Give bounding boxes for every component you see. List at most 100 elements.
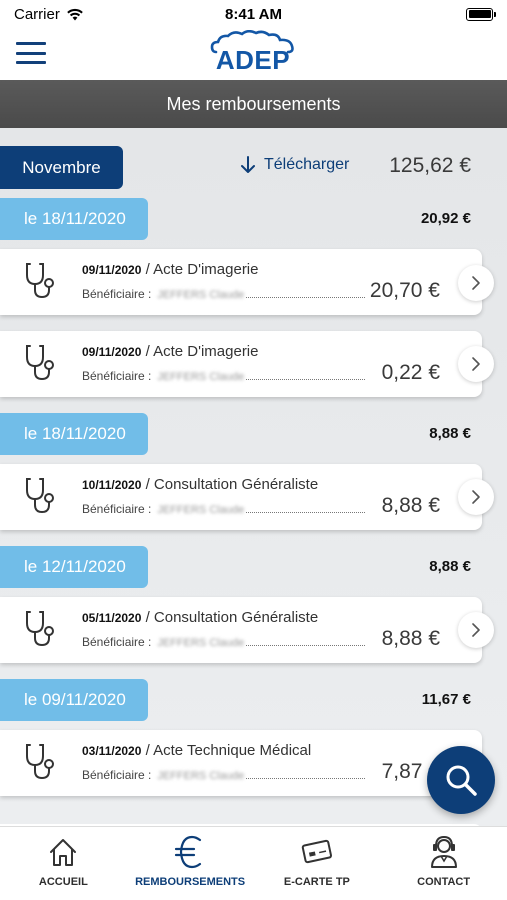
tab-e-carte-tp[interactable]: E-CARTE TP [254,827,381,900]
stethoscope-icon [26,345,54,381]
act-date: 10/11/2020 [82,478,142,492]
wifi-icon [67,8,83,20]
tab-label: ACCUEIL [38,876,88,888]
chevron-right-icon [472,357,480,371]
act-date: 03/11/2020 [82,744,142,758]
act-type: / Consultation Généraliste [141,476,319,493]
reimbursement-card[interactable]: 05/11/2020 / Consultation Généraliste Bé… [0,597,482,663]
date-tab: le 18/11/2020 [0,413,148,455]
search-button[interactable] [427,746,495,814]
reimbursement-card[interactable]: 09/11/2020 / Acte D'imagerie Bénéficiair… [0,331,482,397]
hamburger-menu-button[interactable] [16,42,46,64]
beneficiary-row: Bénéficiaire : JEFFERS Claude [82,369,367,383]
act-type: / Acte D'imagerie [141,343,259,360]
act-type: / Consultation Généraliste [141,609,319,626]
logo-text: ADEP [215,45,291,75]
act-date: 05/11/2020 [82,611,142,625]
act-date: 09/11/2020 [82,263,142,277]
date-group-total: 11,67 € [421,691,471,708]
bottom-tab-bar: ACCUEIL REMBOURSEMENTS E-CARTE TP CONTAC… [0,826,507,900]
page-title-bar: Mes remboursements [0,80,507,128]
dotted-leader [246,778,365,779]
chevron-right-button[interactable] [458,265,494,301]
date-group-header: le 09/11/2020 11,67 € [0,679,507,721]
adep-logo: ADEP [208,30,298,78]
chevron-right-icon [472,276,480,290]
battery-icon [466,7,496,21]
reimbursement-card[interactable]: 03/11/2020 / Acte Technique Médical Béné… [0,730,482,796]
app-header: ADEP [0,28,507,80]
beneficiary-name: JEFFERS Claude [157,770,245,782]
act-type: / Acte Technique Médical [141,742,312,759]
carrier-label: Carrier [14,5,60,23]
date-tab: le 18/11/2020 [0,198,148,240]
tab-contact[interactable]: CONTACT [380,827,507,900]
menu-line-icon [16,61,46,64]
month-total: 125,62 € [389,154,471,177]
beneficiary-label: Bénéficiaire : [82,768,152,782]
menu-line-icon [16,42,46,45]
card-icon [299,835,335,869]
chevron-right-button[interactable] [458,346,494,382]
date-group-total: 8,88 € [429,425,471,442]
month-tab[interactable]: Novembre [0,146,123,189]
date-group-total: 8,88 € [429,558,471,575]
date-group-header: le 18/11/2020 20,92 € [0,198,507,240]
card-amount: 8,88 € [381,627,440,650]
support-agent-icon [426,835,462,869]
download-button[interactable]: Télécharger [240,156,349,174]
beneficiary-label: Bénéficiaire : [82,635,152,649]
card-amount: 20,70 € [369,279,440,302]
date-group-total: 20,92 € [420,210,471,227]
card-amount: 8,88 € [381,494,440,517]
stethoscope-icon [26,744,54,780]
status-bar: Carrier 8:41 AM [0,0,507,28]
beneficiary-row: Bénéficiaire : JEFFERS Claude [82,502,367,516]
tab-accueil[interactable]: ACCUEIL [0,827,127,900]
card-title: 10/11/2020 / Consultation Généraliste [82,476,318,493]
date-tab: le 12/11/2020 [0,546,148,588]
home-icon [45,835,81,869]
date-group-header: le 18/11/2020 8,88 € [0,413,507,455]
tab-label: E-CARTE TP [283,876,350,888]
card-title: 09/11/2020 / Acte D'imagerie [82,343,258,360]
beneficiary-row: Bénéficiaire : JEFFERS Claude [82,635,367,649]
tab-label: CONTACT [417,876,471,888]
chevron-right-icon [472,490,480,504]
beneficiary-label: Bénéficiaire : [82,287,152,301]
search-icon [446,765,477,796]
tab-label: REMBOURSEMENTS [135,876,246,888]
reimbursements-list[interactable]: Novembre Télécharger 125,62 € le 18/11/2… [0,128,507,826]
page-title: Mes remboursements [166,93,341,114]
month-header: Novembre Télécharger 125,62 € [0,146,507,190]
card-title: 09/11/2020 / Acte D'imagerie [82,261,258,278]
download-label: Télécharger [264,156,350,173]
tab-remboursements[interactable]: REMBOURSEMENTS [127,827,254,900]
dotted-leader [246,645,365,646]
dotted-leader [246,379,365,380]
card-amount: 0,22 € [381,361,440,384]
beneficiary-row: Bénéficiaire : JEFFERS Claude [82,768,367,782]
beneficiary-name: JEFFERS Claude [157,637,245,649]
beneficiary-row: Bénéficiaire : JEFFERS Claude [82,287,367,301]
beneficiary-name: JEFFERS Claude [157,371,245,383]
beneficiary-label: Bénéficiaire : [82,502,152,516]
dotted-leader [246,297,365,298]
date-group-header: le 12/11/2020 8,88 € [0,546,507,588]
beneficiary-label: Bénéficiaire : [82,369,152,383]
dotted-leader [246,512,365,513]
chevron-right-icon [472,623,480,637]
chevron-right-button[interactable] [458,612,494,648]
euro-icon [172,835,208,869]
act-type: / Acte D'imagerie [141,261,259,278]
stethoscope-icon [26,263,54,299]
beneficiary-name: JEFFERS Claude [157,289,245,301]
chevron-right-button[interactable] [458,479,494,515]
beneficiary-name: JEFFERS Claude [157,504,245,516]
status-left: Carrier [14,6,84,23]
act-date: 09/11/2020 [82,345,142,359]
reimbursement-card[interactable]: 10/11/2020 / Consultation Généraliste Bé… [0,464,482,530]
reimbursement-card[interactable]: 09/11/2020 / Acte D'imagerie Bénéficiair… [0,249,482,315]
arrow-down-icon [241,156,255,173]
card-title: 05/11/2020 / Consultation Généraliste [82,609,318,626]
